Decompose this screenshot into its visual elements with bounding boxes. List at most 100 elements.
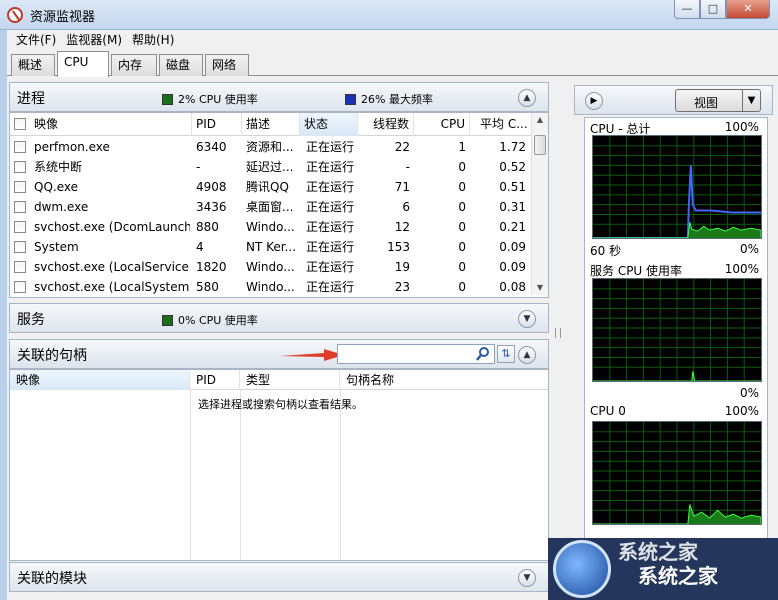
table-row[interactable]: svchost.exe (LocalSystemN... 580 Windo... 正… [10,277,532,297]
modules-header[interactable]: 关联的模块 ▼ [9,562,549,592]
search-icon[interactable] [475,346,491,362]
watermark-emblem [553,540,611,598]
table-row[interactable]: System 4 NT Ker... 正在运行 153 0 0.09 [10,237,532,257]
row-checkbox[interactable] [14,221,26,233]
modules-title: 关联的模块 [17,571,87,587]
graph-service-cpu [592,278,762,382]
column-description[interactable]: 描述 [242,113,300,136]
process-table-header: 映像 PID 描述 状态 线程数 CPU 平均 C... [10,113,532,136]
table-row[interactable]: QQ.exe 4908 腾讯QQ 正在运行 71 0 0.51 [10,177,532,197]
row-checkbox[interactable] [14,241,26,253]
chevron-down-icon[interactable]: ▼ [518,569,536,587]
pane-splitter[interactable] [555,328,561,338]
services-header[interactable]: 服务 0% CPU 使用率 ▼ [9,303,549,333]
chevron-down-icon[interactable]: ▼ [518,310,536,328]
cell-status: 正在运行 [306,160,355,174]
table-row[interactable]: svchost.exe (LocalServiceN... 1820 Windo..… [10,257,532,277]
services-title: 服务 [17,312,45,328]
close-button[interactable]: ✕ [726,0,770,19]
column-handle-image[interactable]: 映像 [10,370,190,390]
cell-image: svchost.exe (LocalServiceN... [34,260,190,274]
table-row[interactable]: perfmon.exe 6340 资源和... 正在运行 22 1 1.72 [10,137,532,157]
processes-header[interactable]: 进程 2% CPU 使用率 26% 最大频率 ▲ [9,82,549,112]
chevron-up-icon[interactable]: ▲ [518,89,536,107]
column-divider [190,390,191,560]
handles-table: 映像 PID 类型 句柄名称 选择进程或搜索句柄以查看结果。 [9,369,549,561]
cell-cpu: 0 [458,240,466,254]
column-handle-type[interactable]: 类型 [240,370,340,390]
graph-max-cpu-total: 100% [724,120,759,134]
cell-threads: 6 [402,200,410,214]
scroll-up-icon[interactable]: ▲ [532,113,548,127]
table-row[interactable]: svchost.exe (DcomLaunch) 880 Windo... 正在运行 1… [10,217,532,237]
column-handle-name[interactable]: 句柄名称 [340,370,548,390]
menu-file[interactable]: 文件(F) [11,30,61,50]
cell-threads: 71 [394,180,410,194]
cell-description: 延迟过... [246,160,294,174]
cell-cpu: 0 [458,260,466,274]
cell-status: 正在运行 [306,260,355,274]
cell-average-cpu: 0.51 [499,180,526,194]
graph-min-cpu-total: 0% [739,242,759,256]
table-row[interactable]: 系统中断 - 延迟过... 正在运行 - 0 0.52 [10,157,532,177]
cell-pid: 6340 [196,140,227,154]
cell-threads: - [405,160,410,174]
column-pid[interactable]: PID [192,113,242,136]
column-status[interactable]: 状态 [300,113,358,136]
handles-table-header: 映像 PID 类型 句柄名称 [10,370,548,390]
row-checkbox[interactable] [14,141,26,153]
cell-pid: 880 [196,220,219,234]
tab-memory[interactable]: 内存 [111,54,157,76]
cell-image: QQ.exe [34,180,78,194]
cell-cpu: 0 [458,180,466,194]
handles-search-input[interactable] [337,344,495,364]
handles-header[interactable]: 关联的句柄 ⇅ ▲ [9,339,549,369]
column-divider [340,390,341,560]
scroll-down-icon[interactable]: ▼ [532,281,548,295]
menu-monitor[interactable]: 监视器(M) [61,30,127,50]
minimize-button[interactable]: — [674,0,700,19]
services-cpu-text: 0% CPU 使用率 [178,314,258,327]
tab-disk[interactable]: 磁盘 [159,54,203,76]
row-checkbox[interactable] [14,181,26,193]
chevron-right-icon[interactable]: ▶ [585,92,603,110]
graphs-pane: ▶ 视图 ▼ CPU - 总计 100% 60 秒 0% 服务 CPU 使用率 … [574,85,773,600]
dropdown-arrow-icon[interactable]: ▼ [742,90,760,111]
graph-max-service-cpu: 100% [724,262,759,276]
column-cpu[interactable]: CPU [414,113,470,136]
menu-bar: 文件(F) 监视器(M) 帮助(H) [7,30,778,50]
chevron-up-icon[interactable]: ▲ [518,346,536,364]
maximize-button[interactable]: □ [700,0,726,19]
menu-help[interactable]: 帮助(H) [127,30,179,50]
cell-average-cpu: 0.31 [499,200,526,214]
max-frequency-text: 26% 最大频率 [361,93,433,106]
cpu-usage-swatch [162,93,173,105]
cell-pid: 4 [196,240,204,254]
process-scrollbar[interactable]: ▲ ▼ [531,113,548,295]
select-all-checkbox[interactable] [14,118,26,130]
process-table: 映像 PID 描述 状态 线程数 CPU 平均 C... perfmon.exe… [9,112,549,298]
column-image[interactable]: 映像 [30,113,192,136]
row-checkbox[interactable] [14,161,26,173]
tab-cpu[interactable]: CPU [57,51,109,77]
column-handle-pid[interactable]: PID [190,370,240,390]
cell-image: System [34,240,79,254]
scroll-thumb[interactable] [534,135,546,155]
cell-description: 资源和... [246,140,294,154]
row-checkbox[interactable] [14,281,26,293]
table-row[interactable]: dwm.exe 3436 桌面窗... 正在运行 6 0 0.31 [10,197,532,217]
cell-description: 腾讯QQ [246,180,289,194]
column-threads[interactable]: 线程数 [358,113,414,136]
cell-description: NT Ker... [246,240,297,254]
tab-overview[interactable]: 概述 [11,54,55,76]
cell-status: 正在运行 [306,220,355,234]
view-button[interactable]: 视图 ▼ [675,89,761,112]
column-average-cpu[interactable]: 平均 C... [470,113,532,136]
row-checkbox[interactable] [14,261,26,273]
row-checkbox[interactable] [14,201,26,213]
cell-image: perfmon.exe [34,140,110,154]
cell-description: Windo... [246,280,295,294]
cell-cpu: 0 [458,280,466,294]
refresh-icon[interactable]: ⇅ [497,345,515,363]
tab-network[interactable]: 网络 [205,54,249,76]
